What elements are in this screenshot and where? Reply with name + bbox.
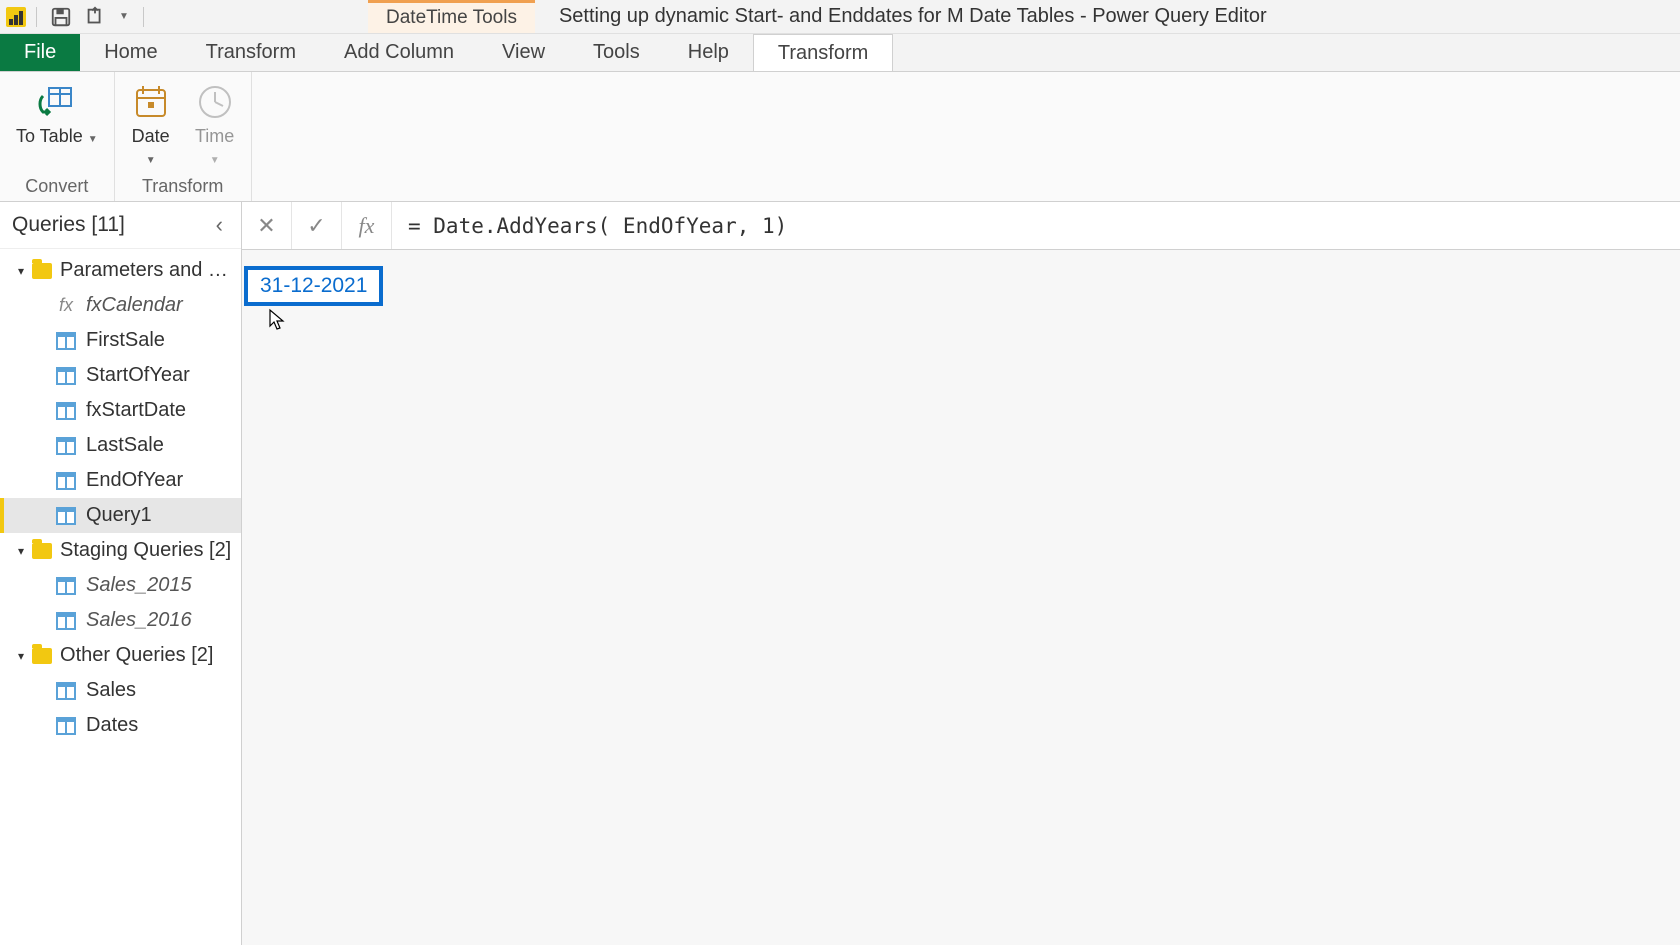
chevron-down-icon: ▼ <box>210 155 220 166</box>
tab-transform-context[interactable]: Transform <box>753 34 893 71</box>
table-icon <box>56 402 76 420</box>
ribbon-group-convert: To Table ▼ Convert <box>0 72 115 201</box>
query-item-firstsale[interactable]: FirstSale <box>0 323 241 358</box>
queries-header: Queries [11] ‹ <box>0 202 241 249</box>
group-label: Staging Queries [2] <box>60 539 233 562</box>
table-icon <box>56 612 76 630</box>
collapse-panel-icon[interactable]: ‹ <box>210 212 229 238</box>
title-center: DateTime Tools Setting up dynamic Start-… <box>154 0 1680 33</box>
tab-tools[interactable]: Tools <box>569 34 664 71</box>
app-icon <box>6 7 26 27</box>
ribbon-group-label: Transform <box>142 174 223 199</box>
tab-transform[interactable]: Transform <box>182 34 320 71</box>
query-item-sales[interactable]: Sales <box>0 673 241 708</box>
query-item-endofyear[interactable]: EndOfYear <box>0 463 241 498</box>
formula-fx-icon[interactable]: fx <box>342 202 392 249</box>
table-icon <box>56 332 76 350</box>
query-item-sales2016[interactable]: Sales_2016 <box>0 603 241 638</box>
queries-tree: ▾ Parameters and Fu… fx fxCalendar FirstS… <box>0 249 241 945</box>
caret-down-icon: ▾ <box>18 544 24 558</box>
body: Queries [11] ‹ ▾ Parameters and Fu… fxfx… <box>0 202 1680 945</box>
chevron-down-icon: ▼ <box>146 155 156 166</box>
ribbon-group-label: Convert <box>25 174 88 199</box>
query-item-fxcalendar[interactable]: fx fxCalendar <box>0 288 241 323</box>
ribbon-group-transform: Date ▼ Time ▼ Transform <box>115 72 252 201</box>
formula-input[interactable]: = Date.AddYears( EndOfYear, 1) <box>392 202 1680 249</box>
tab-view[interactable]: View <box>478 34 569 71</box>
query-item-startofyear[interactable]: StartOfYear <box>0 358 241 393</box>
group-label: Other Queries [2] <box>60 644 233 667</box>
folder-icon <box>32 543 52 559</box>
item-label: EndOfYear <box>86 469 183 492</box>
to-table-icon <box>37 82 77 122</box>
caret-down-icon: ▾ <box>18 264 24 278</box>
folder-icon <box>32 648 52 664</box>
queries-header-title: Queries [11] <box>12 213 125 237</box>
item-label: fxCalendar <box>86 294 183 317</box>
result-value[interactable]: 31-12-2021 <box>244 266 383 306</box>
separator <box>143 7 144 27</box>
queries-panel: Queries [11] ‹ ▾ Parameters and Fu… fxfx… <box>0 202 242 945</box>
separator <box>36 7 37 27</box>
query-item-query1[interactable]: Query1 <box>0 498 241 533</box>
item-label: Query1 <box>86 504 152 527</box>
formula-accept-icon[interactable]: ✓ <box>292 202 342 249</box>
formula-bar: ✕ ✓ fx = Date.AddYears( EndOfYear, 1) <box>242 202 1680 250</box>
query-group-other[interactable]: ▾ Other Queries [2] <box>0 638 241 673</box>
item-label: fxStartDate <box>86 399 186 422</box>
tab-home[interactable]: Home <box>80 34 181 71</box>
ribbon-tabs: File Home Transform Add Column View Tool… <box>0 34 1680 72</box>
item-label: Dates <box>86 714 138 737</box>
contextual-tab-group: DateTime Tools <box>368 0 535 33</box>
item-label: StartOfYear <box>86 364 190 387</box>
date-button[interactable]: Date ▼ <box>125 80 177 169</box>
time-label: Time <box>195 126 234 146</box>
time-icon <box>195 82 235 122</box>
save-icon[interactable] <box>47 3 75 31</box>
date-label: Date <box>132 126 170 146</box>
table-icon <box>56 472 76 490</box>
folder-icon <box>32 263 52 279</box>
query-group-staging[interactable]: ▾ Staging Queries [2] <box>0 533 241 568</box>
chevron-down-icon: ▼ <box>88 134 98 145</box>
query-item-sales2015[interactable]: Sales_2015 <box>0 568 241 603</box>
tab-add-column[interactable]: Add Column <box>320 34 478 71</box>
window-title: Setting up dynamic Start- and Enddates f… <box>535 0 1291 33</box>
to-table-label: To Table <box>16 126 83 146</box>
date-icon <box>131 82 171 122</box>
item-label: Sales_2016 <box>86 609 192 632</box>
formula-cancel-icon[interactable]: ✕ <box>242 202 292 249</box>
item-label: Sales <box>86 679 136 702</box>
quick-access-toolbar: ▼ <box>0 3 154 31</box>
qat-dropdown-icon[interactable]: ▼ <box>115 11 133 22</box>
table-icon <box>56 717 76 735</box>
tab-help[interactable]: Help <box>664 34 753 71</box>
cursor-icon <box>268 308 286 330</box>
table-icon <box>56 367 76 385</box>
query-item-dates[interactable]: Dates <box>0 708 241 743</box>
main-area: ✕ ✓ fx = Date.AddYears( EndOfYear, 1) 31… <box>242 202 1680 945</box>
query-group-parameters[interactable]: ▾ Parameters and Fu… <box>0 253 241 288</box>
caret-down-icon: ▾ <box>18 649 24 663</box>
group-label: Parameters and Fu… <box>60 259 233 282</box>
ribbon: To Table ▼ Convert Date ▼ Time ▼ Transform <box>0 72 1680 202</box>
time-button: Time ▼ <box>189 80 241 169</box>
item-label: FirstSale <box>86 329 165 352</box>
query-item-lastsale[interactable]: LastSale <box>0 428 241 463</box>
tab-file[interactable]: File <box>0 34 80 71</box>
item-label: Sales_2015 <box>86 574 192 597</box>
query-item-fxstartdate[interactable]: fxStartDate <box>0 393 241 428</box>
table-icon <box>56 437 76 455</box>
table-icon <box>56 507 76 525</box>
fx-icon: fx <box>56 295 76 316</box>
undo-icon[interactable] <box>81 3 109 31</box>
item-label: LastSale <box>86 434 164 457</box>
title-bar: ▼ DateTime Tools Setting up dynamic Star… <box>0 0 1680 34</box>
table-icon <box>56 577 76 595</box>
table-icon <box>56 682 76 700</box>
to-table-button[interactable]: To Table ▼ <box>10 80 104 149</box>
